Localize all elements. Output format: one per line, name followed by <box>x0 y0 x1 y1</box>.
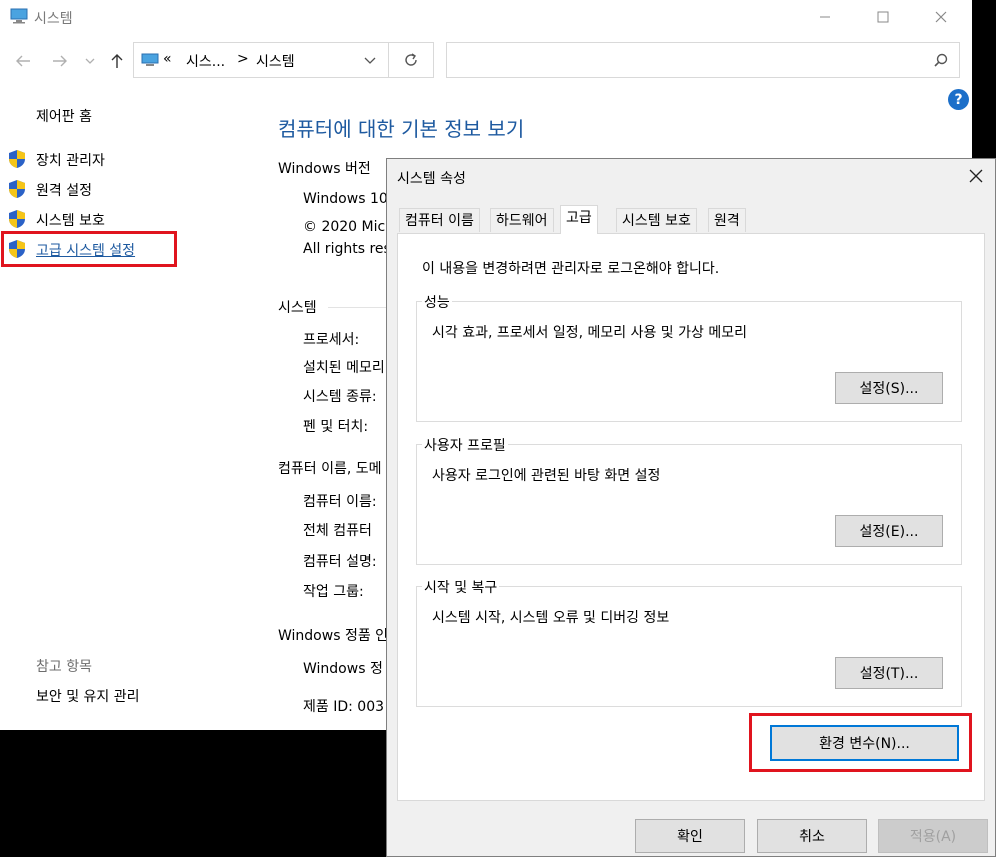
maximize-icon <box>877 11 889 23</box>
system-type-label: 시스템 종류: <box>303 389 377 405</box>
help-icon[interactable]: ? <box>948 89 969 110</box>
startup-recovery-settings-button[interactable]: 설정(T)... <box>835 657 943 689</box>
forward-button[interactable] <box>46 47 74 75</box>
startup-recovery-group-label: 시작 및 복구 <box>422 577 500 597</box>
tab-remote[interactable]: 원격 <box>708 208 746 232</box>
annotation-highlight-box <box>1 231 177 267</box>
performance-group-label: 성능 <box>422 292 452 312</box>
arrow-up-icon <box>111 54 123 68</box>
sidebar-item-security-maintenance[interactable]: 보안 및 유지 관리 <box>36 686 140 706</box>
apply-button[interactable]: 적용(A) <box>878 819 988 853</box>
computer-icon <box>141 53 159 66</box>
activation-status: Windows 정 <box>303 661 383 677</box>
computer-name-heading: 컴퓨터 이름, 도메 <box>278 461 382 477</box>
section-divider <box>328 307 386 308</box>
computer-description-label: 컴퓨터 설명: <box>303 554 377 570</box>
startup-recovery-description: 시스템 시작, 시스템 오류 및 디버깅 정보 <box>432 610 670 626</box>
sidebar-control-panel-home[interactable]: 제어판 홈 <box>36 106 92 126</box>
system-heading: 시스템 <box>278 300 317 316</box>
full-computer-name-label: 전체 컴퓨터 <box>303 523 372 539</box>
sidebar-item-device-manager[interactable]: 장치 관리자 <box>36 150 105 170</box>
shield-icon <box>9 210 25 228</box>
chevron-down-icon <box>85 58 95 64</box>
maximize-button[interactable] <box>854 0 912 34</box>
shield-icon <box>9 150 25 168</box>
performance-description: 시각 효과, 프로세서 일정, 메모리 사용 및 가상 메모리 <box>432 325 747 341</box>
performance-settings-button[interactable]: 설정(S)... <box>835 372 943 404</box>
workgroup-label: 작업 그룹: <box>303 584 364 600</box>
shield-icon <box>9 180 25 198</box>
windows-edition-name: Windows 10 <box>303 191 388 207</box>
ok-button[interactable]: 확인 <box>635 819 745 853</box>
close-icon <box>935 11 947 23</box>
sidebar-item-remote-settings[interactable]: 원격 설정 <box>36 180 92 200</box>
refresh-button[interactable] <box>389 42 434 78</box>
computer-icon <box>10 8 28 24</box>
chevron-down-icon[interactable] <box>364 57 376 65</box>
tab-computer-name[interactable]: 컴퓨터 이름 <box>399 208 480 232</box>
search-input[interactable] <box>446 42 960 78</box>
processor-label: 프로세서: <box>303 332 360 348</box>
page-title: 컴퓨터에 대한 기본 정보 보기 <box>278 117 525 141</box>
tab-hardware[interactable]: 하드웨어 <box>490 208 554 232</box>
breadcrumb-system[interactable]: 시스템 <box>256 51 295 71</box>
minimize-button[interactable] <box>796 0 854 34</box>
product-id: 제품 ID: 003 <box>303 699 385 715</box>
dialog-title: 시스템 속성 <box>397 171 466 187</box>
up-button[interactable] <box>103 47 131 75</box>
dialog-close-button[interactable] <box>965 165 987 187</box>
cancel-button[interactable]: 취소 <box>757 819 867 853</box>
user-profile-group-label: 사용자 프로필 <box>422 435 508 455</box>
annotation-highlight-box <box>749 713 972 772</box>
windows-edition-heading: Windows 버전 <box>278 161 371 177</box>
close-button[interactable] <box>912 0 970 34</box>
tab-advanced[interactable]: 고급 <box>560 205 598 234</box>
activation-heading: Windows 정품 인 <box>278 628 389 644</box>
search-icon <box>934 53 948 67</box>
rights-text: All rights res <box>303 241 391 257</box>
address-bar[interactable]: « 시스... > 시스템 <box>133 42 389 78</box>
arrow-right-icon <box>53 55 67 67</box>
window-title: 시스템 <box>34 11 73 27</box>
copyright-text: © 2020 Mic <box>303 219 386 235</box>
user-profile-description: 사용자 로그인에 관련된 바탕 화면 설정 <box>432 468 661 484</box>
breadcrumb-control-panel[interactable]: 시스... <box>186 51 225 71</box>
system-properties-dialog: 시스템 속성 컴퓨터 이름 하드웨어 고급 시스템 보호 원격 이 내용을 변경… <box>386 158 996 857</box>
computer-name-label: 컴퓨터 이름: <box>303 494 377 510</box>
recent-dropdown[interactable] <box>80 47 100 75</box>
title-bar[interactable]: 시스템 <box>0 0 972 34</box>
arrow-left-icon <box>16 55 30 67</box>
user-profile-settings-button[interactable]: 설정(E)... <box>835 515 943 547</box>
sidebar-item-system-protection[interactable]: 시스템 보호 <box>36 210 105 230</box>
close-icon <box>969 169 983 183</box>
admin-note: 이 내용을 변경하려면 관리자로 로그온해야 합니다. <box>422 261 720 277</box>
pen-touch-label: 펜 및 터치: <box>303 419 369 435</box>
refresh-icon <box>405 53 417 66</box>
back-button[interactable] <box>9 47 37 75</box>
minimize-icon <box>820 16 830 18</box>
tab-system-protection[interactable]: 시스템 보호 <box>616 208 697 232</box>
breadcrumb-separator[interactable]: > <box>237 51 249 67</box>
see-also-heading: 참고 항목 <box>36 659 92 675</box>
installed-memory-label: 설치된 메모리 <box>303 360 385 376</box>
address-prefix: « <box>163 51 172 67</box>
